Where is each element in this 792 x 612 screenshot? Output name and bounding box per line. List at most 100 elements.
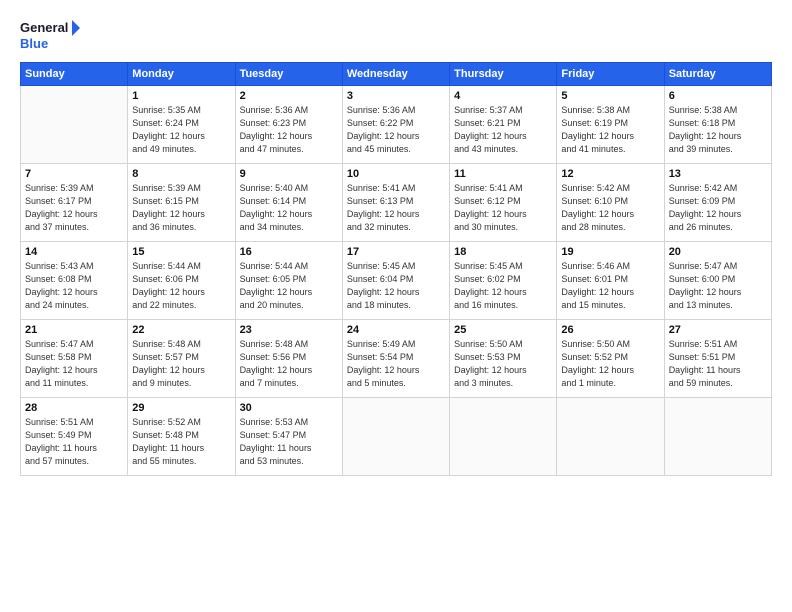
calendar-cell: 26 Sunrise: 5:50 AMSunset: 5:52 PMDayligh… [557,320,664,398]
day-number: 25 [454,324,552,336]
page: General Blue SundayMondayTuesdayWednesda… [0,0,792,612]
day-number: 27 [669,324,767,336]
calendar-week-row: 1 Sunrise: 5:35 AMSunset: 6:24 PMDaylight… [21,86,772,164]
day-info: Sunrise: 5:41 AMSunset: 6:13 PMDaylight:… [347,182,445,234]
calendar-cell: 11 Sunrise: 5:41 AMSunset: 6:12 PMDayligh… [450,164,557,242]
day-info: Sunrise: 5:41 AMSunset: 6:12 PMDaylight:… [454,182,552,234]
day-number: 4 [454,90,552,102]
day-number: 1 [132,90,230,102]
day-number: 30 [240,402,338,414]
calendar-cell [664,398,771,476]
day-info: Sunrise: 5:50 AMSunset: 5:53 PMDaylight:… [454,338,552,390]
day-info: Sunrise: 5:50 AMSunset: 5:52 PMDaylight:… [561,338,659,390]
calendar-table: SundayMondayTuesdayWednesdayThursdayFrid… [20,62,772,476]
day-info: Sunrise: 5:51 AMSunset: 5:51 PMDaylight:… [669,338,767,390]
day-number: 21 [25,324,123,336]
calendar-cell [557,398,664,476]
calendar-cell: 14Sunrise: 5:43 AMSunset: 6:08 PMDayligh… [21,242,128,320]
calendar-cell: 5 Sunrise: 5:38 AMSunset: 6:19 PMDaylight… [557,86,664,164]
day-info: Sunrise: 5:38 AMSunset: 6:19 PMDaylight:… [561,104,659,156]
calendar-week-row: 7 Sunrise: 5:39 AMSunset: 6:17 PMDaylight… [21,164,772,242]
weekday-header: Sunday [21,63,128,86]
day-number: 13 [669,168,767,180]
day-number: 9 [240,168,338,180]
day-number: 26 [561,324,659,336]
day-info: Sunrise: 5:43 AMSunset: 6:08 PMDaylight:… [25,260,123,312]
weekday-header: Saturday [664,63,771,86]
calendar-cell: 2 Sunrise: 5:36 AMSunset: 6:23 PMDaylight… [235,86,342,164]
calendar-week-row: 21 Sunrise: 5:47 AMSunset: 5:58 PMDayligh… [21,320,772,398]
calendar-header: SundayMondayTuesdayWednesdayThursdayFrid… [21,63,772,86]
day-number: 20 [669,246,767,258]
day-info: Sunrise: 5:47 AMSunset: 6:00 PMDaylight:… [669,260,767,312]
svg-text:Blue: Blue [20,36,48,51]
calendar-cell: 9Sunrise: 5:40 AMSunset: 6:14 PMDaylight… [235,164,342,242]
calendar-cell: 19Sunrise: 5:46 AMSunset: 6:01 PMDayligh… [557,242,664,320]
day-info: Sunrise: 5:48 AMSunset: 5:56 PMDaylight:… [240,338,338,390]
calendar-cell: 30 Sunrise: 5:53 AMSunset: 5:47 PMDayligh… [235,398,342,476]
logo-svg: General Blue [20,18,80,54]
day-info: Sunrise: 5:39 AMSunset: 6:15 PMDaylight:… [132,182,230,234]
calendar-cell: 25 Sunrise: 5:50 AMSunset: 5:53 PMDayligh… [450,320,557,398]
calendar-cell: 18 Sunrise: 5:45 AMSunset: 6:02 PMDayligh… [450,242,557,320]
day-number: 28 [25,402,123,414]
calendar-cell: 1 Sunrise: 5:35 AMSunset: 6:24 PMDaylight… [128,86,235,164]
day-number: 15 [132,246,230,258]
calendar-cell: 7 Sunrise: 5:39 AMSunset: 6:17 PMDaylight… [21,164,128,242]
day-info: Sunrise: 5:52 AMSunset: 5:48 PMDaylight:… [132,416,230,468]
calendar-cell: 28 Sunrise: 5:51 AMSunset: 5:49 PMDayligh… [21,398,128,476]
day-info: Sunrise: 5:35 AMSunset: 6:24 PMDaylight:… [132,104,230,156]
day-number: 19 [561,246,659,258]
day-info: Sunrise: 5:53 AMSunset: 5:47 PMDaylight:… [240,416,338,468]
day-number: 5 [561,90,659,102]
day-info: Sunrise: 5:44 AMSunset: 6:05 PMDaylight:… [240,260,338,312]
day-number: 8 [132,168,230,180]
calendar-cell: 8 Sunrise: 5:39 AMSunset: 6:15 PMDaylight… [128,164,235,242]
day-info: Sunrise: 5:39 AMSunset: 6:17 PMDaylight:… [25,182,123,234]
calendar-cell: 24Sunrise: 5:49 AMSunset: 5:54 PMDayligh… [342,320,449,398]
weekday-header: Tuesday [235,63,342,86]
calendar-cell: 13Sunrise: 5:42 AMSunset: 6:09 PMDayligh… [664,164,771,242]
day-info: Sunrise: 5:49 AMSunset: 5:54 PMDaylight:… [347,338,445,390]
calendar-week-row: 14Sunrise: 5:43 AMSunset: 6:08 PMDayligh… [21,242,772,320]
calendar-cell [342,398,449,476]
day-info: Sunrise: 5:45 AMSunset: 6:02 PMDaylight:… [454,260,552,312]
day-number: 17 [347,246,445,258]
weekday-header: Friday [557,63,664,86]
day-info: Sunrise: 5:48 AMSunset: 5:57 PMDaylight:… [132,338,230,390]
weekday-header: Wednesday [342,63,449,86]
calendar-cell: 17 Sunrise: 5:45 AMSunset: 6:04 PMDayligh… [342,242,449,320]
day-info: Sunrise: 5:51 AMSunset: 5:49 PMDaylight:… [25,416,123,468]
day-info: Sunrise: 5:45 AMSunset: 6:04 PMDaylight:… [347,260,445,312]
calendar-cell: 16 Sunrise: 5:44 AMSunset: 6:05 PMDayligh… [235,242,342,320]
calendar-cell: 12 Sunrise: 5:42 AMSunset: 6:10 PMDayligh… [557,164,664,242]
day-number: 23 [240,324,338,336]
day-info: Sunrise: 5:42 AMSunset: 6:10 PMDaylight:… [561,182,659,234]
calendar-cell: 6Sunrise: 5:38 AMSunset: 6:18 PMDaylight… [664,86,771,164]
day-number: 2 [240,90,338,102]
day-info: Sunrise: 5:36 AMSunset: 6:23 PMDaylight:… [240,104,338,156]
day-number: 18 [454,246,552,258]
day-number: 11 [454,168,552,180]
header: General Blue [20,18,772,54]
calendar-cell: 29 Sunrise: 5:52 AMSunset: 5:48 PMDayligh… [128,398,235,476]
day-number: 29 [132,402,230,414]
svg-text:General: General [20,20,68,35]
day-number: 12 [561,168,659,180]
day-number: 7 [25,168,123,180]
calendar-cell: 21 Sunrise: 5:47 AMSunset: 5:58 PMDayligh… [21,320,128,398]
calendar-cell: 3 Sunrise: 5:36 AMSunset: 6:22 PMDaylight… [342,86,449,164]
day-number: 16 [240,246,338,258]
day-info: Sunrise: 5:36 AMSunset: 6:22 PMDaylight:… [347,104,445,156]
calendar-cell: 20 Sunrise: 5:47 AMSunset: 6:00 PMDayligh… [664,242,771,320]
calendar-week-row: 28 Sunrise: 5:51 AMSunset: 5:49 PMDayligh… [21,398,772,476]
calendar-cell: 22Sunrise: 5:48 AMSunset: 5:57 PMDayligh… [128,320,235,398]
calendar-cell: 27 Sunrise: 5:51 AMSunset: 5:51 PMDayligh… [664,320,771,398]
day-info: Sunrise: 5:38 AMSunset: 6:18 PMDaylight:… [669,104,767,156]
day-number: 10 [347,168,445,180]
day-info: Sunrise: 5:47 AMSunset: 5:58 PMDaylight:… [25,338,123,390]
day-info: Sunrise: 5:37 AMSunset: 6:21 PMDaylight:… [454,104,552,156]
day-number: 3 [347,90,445,102]
weekday-header: Thursday [450,63,557,86]
logo: General Blue [20,18,80,54]
